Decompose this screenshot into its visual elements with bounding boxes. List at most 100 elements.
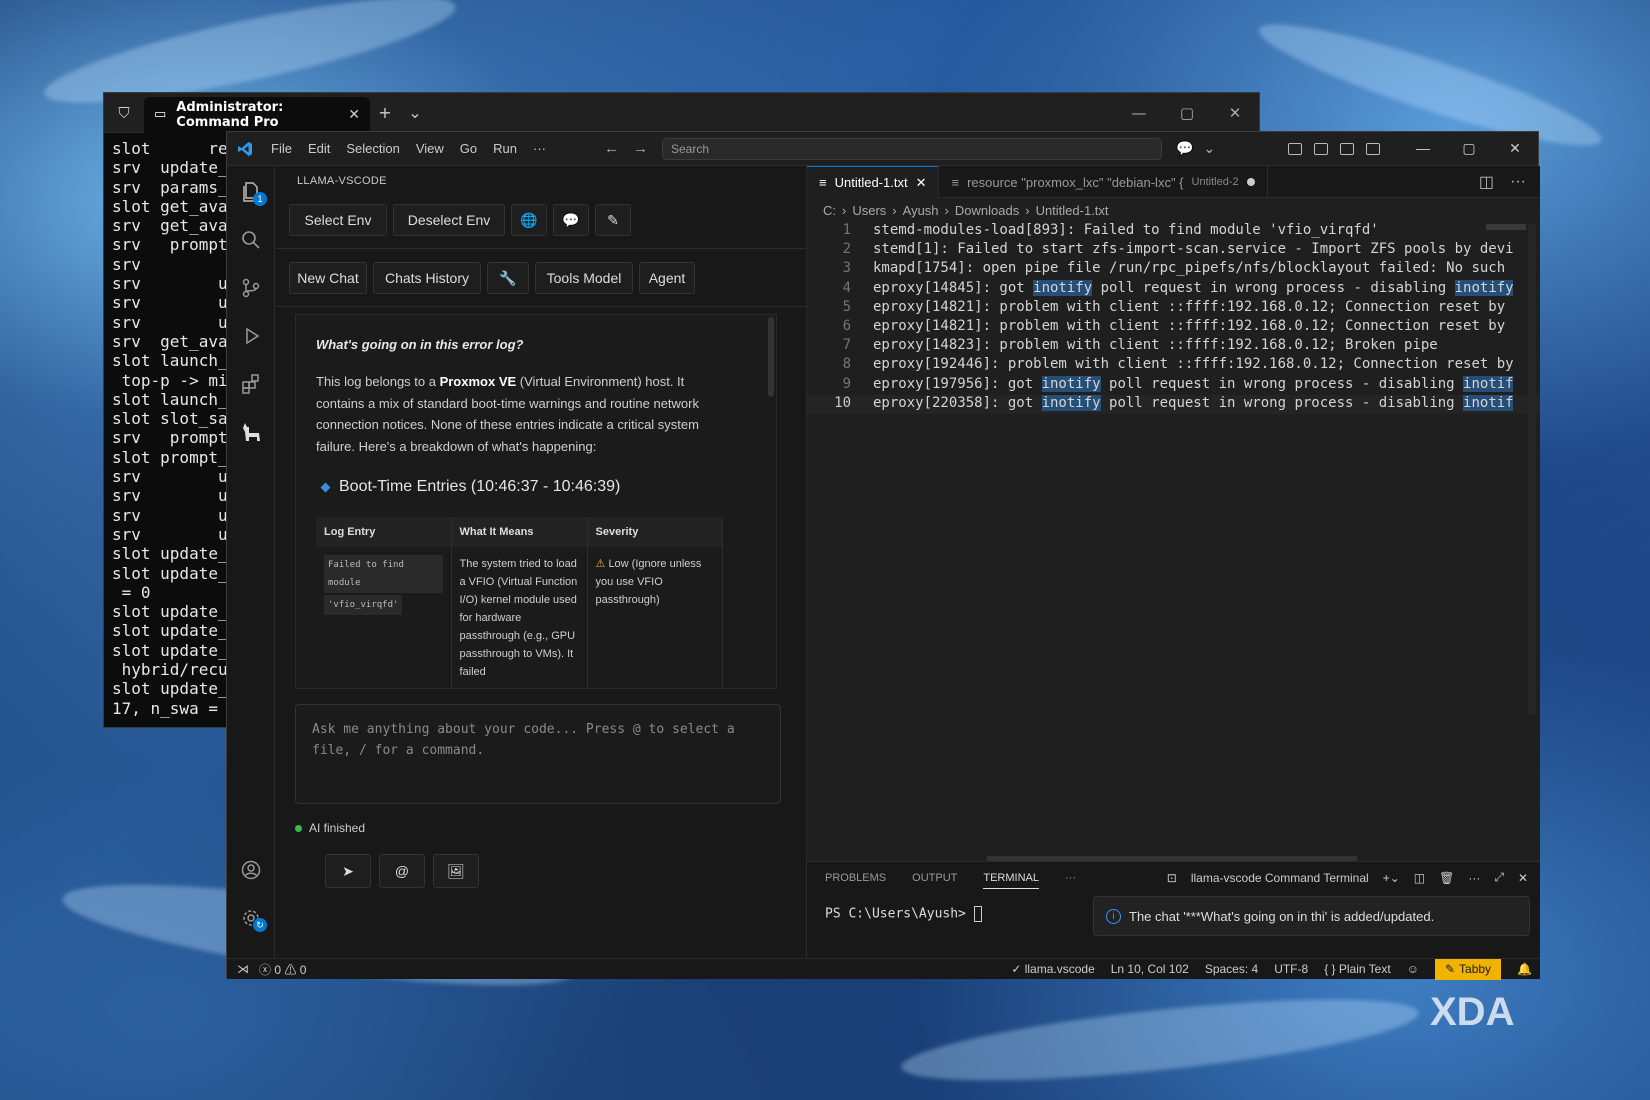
code-line[interactable]: 3 kmapd[1754]: open pipe file /run/rpc_pi… [807, 260, 1540, 279]
terminal-tab[interactable]: ▭ Administrator: Command Pro ✕ [144, 96, 370, 133]
problems-status[interactable]: ⓧ 0 ⚠ 0 [259, 961, 306, 978]
split-editor-icon[interactable]: ◫ [1479, 172, 1494, 192]
tab-untitled-1[interactable]: ≡ Untitled-1.txt ✕ [807, 166, 940, 198]
close-tab-icon[interactable]: ✕ [916, 175, 927, 191]
tab-untitled-2[interactable]: ≡ resource "proxmox_lxc" "debian-lxc" { … [939, 166, 1268, 198]
unsaved-dot-icon[interactable] [1246, 178, 1255, 186]
code-line[interactable]: 6 eproxy[14821]: problem with client ::ff… [807, 318, 1540, 337]
chevron-down-icon[interactable]: ⌄ [400, 103, 430, 122]
llama-icon[interactable] [227, 414, 275, 450]
copilot-chat-icon[interactable]: 💬 [1176, 140, 1193, 157]
code-line[interactable]: 7 eproxy[14823]: problem with client ::ff… [807, 337, 1540, 356]
tools-model-button[interactable]: Tools Model [535, 262, 633, 294]
wrench-icon[interactable]: 🔧 [487, 262, 529, 294]
close-panel-icon[interactable]: ✕ [1518, 871, 1528, 885]
deselect-env-button[interactable]: Deselect Env [393, 204, 505, 236]
breadcrumb-item[interactable]: C: [823, 203, 836, 218]
command-center-search[interactable]: Search [662, 137, 1162, 160]
terminal-prompt[interactable]: PS C:\Users\Ayush> [825, 906, 982, 922]
more-actions-icon[interactable]: ··· [1510, 173, 1526, 191]
code-line[interactable]: 5 eproxy[14821]: problem with client ::ff… [807, 299, 1540, 318]
pencil-icon[interactable]: ✎ [595, 204, 631, 236]
mention-button[interactable]: @ [379, 854, 425, 888]
customize-layout-icon[interactable] [1288, 142, 1302, 155]
chat-bubble-icon[interactable]: 💬 [553, 204, 589, 236]
minimize-icon[interactable]: — [1400, 140, 1446, 157]
chats-history-button[interactable]: Chats History [373, 262, 481, 294]
trash-icon[interactable]: 🗑 [1439, 871, 1454, 885]
scrollbar[interactable] [768, 317, 774, 397]
code-line[interactable]: 8 eproxy[192446]: problem with client ::f… [807, 356, 1540, 375]
close-icon[interactable]: ✕ [1492, 140, 1538, 157]
breadcrumb-item[interactable]: Downloads [955, 203, 1019, 218]
breadcrumb-item[interactable]: Untitled-1.txt [1036, 203, 1109, 218]
new-tab-icon[interactable]: + [370, 103, 400, 122]
menu-item[interactable]: Selection [338, 141, 407, 156]
forward-arrow-icon[interactable]: → [633, 140, 648, 157]
more-icon[interactable]: ··· [1065, 872, 1076, 889]
maximize-icon[interactable]: ▢ [1446, 140, 1492, 157]
tab-output[interactable]: OUTPUT [912, 872, 957, 889]
notification-toast[interactable]: i The chat '***What's going on in thi' i… [1093, 896, 1530, 936]
code-line[interactable]: 2 stemd[1]: Failed to start zfs-import-sc… [807, 241, 1540, 260]
code-editor[interactable]: 1 stemd-modules-load[893]: Failed to find… [807, 222, 1540, 414]
split-terminal-icon[interactable]: ◫ [1414, 871, 1425, 885]
agent-button[interactable]: Agent [639, 262, 695, 294]
cursor-position[interactable]: Ln 10, Col 102 [1111, 962, 1189, 976]
new-terminal-icon[interactable]: +⌄ [1383, 871, 1400, 885]
menu-item[interactable]: View [408, 141, 452, 156]
run-debug-icon[interactable] [227, 318, 275, 354]
toggle-secondary-sidebar-icon[interactable] [1366, 142, 1380, 155]
breadcrumb-item[interactable]: Users [852, 203, 886, 218]
code-line[interactable]: 4 eproxy[14845]: got inotify poll request… [807, 279, 1540, 299]
code-line[interactable]: 9 eproxy[197956]: got inotify poll reques… [807, 375, 1540, 395]
maximize-panel-icon[interactable]: ⤢ [1494, 870, 1504, 885]
menu-item[interactable]: Go [452, 141, 485, 156]
chat-messages[interactable]: What's going on in this error log? This … [295, 314, 777, 689]
more-actions-icon[interactable]: ··· [1468, 871, 1480, 885]
code-line[interactable]: 10 eproxy[220358]: got inotify poll reque… [807, 394, 1540, 414]
send-button[interactable]: ➤ [325, 854, 371, 888]
toggle-primary-sidebar-icon[interactable] [1314, 142, 1328, 155]
globe-icon[interactable]: 🌐 [511, 204, 547, 236]
chevron-down-icon[interactable]: ⌄ [1203, 140, 1215, 157]
line-number: 8 [842, 356, 851, 373]
tab-problems[interactable]: PROBLEMS [825, 872, 886, 889]
menu-item[interactable]: File [263, 141, 300, 156]
explorer-icon[interactable]: 1 [227, 174, 275, 210]
indentation[interactable]: Spaces: 4 [1205, 962, 1258, 976]
minimap[interactable] [1486, 224, 1526, 230]
chat-input[interactable]: Ask me anything about your code... Press… [295, 704, 781, 804]
breadcrumb-item[interactable]: Ayush [903, 203, 939, 218]
menu-item[interactable]: ··· [525, 141, 554, 156]
extensions-icon[interactable] [227, 366, 275, 402]
accounts-icon[interactable] [227, 852, 275, 888]
minimize-icon[interactable]: — [1115, 104, 1163, 122]
maximize-icon[interactable]: ▢ [1163, 104, 1211, 122]
toggle-panel-icon[interactable] [1340, 142, 1354, 155]
menu-item[interactable]: Edit [300, 141, 338, 156]
tabby-status[interactable]: ✎ Tabby [1434, 958, 1502, 980]
line-number: 3 [842, 260, 851, 277]
copilot-icon[interactable]: ☺ [1407, 962, 1419, 976]
image-button[interactable]: 🖼 [433, 854, 479, 888]
close-tab-icon[interactable]: ✕ [348, 107, 360, 123]
search-icon[interactable] [227, 222, 275, 258]
close-icon[interactable]: ✕ [1211, 104, 1259, 122]
remote-icon[interactable]: ⋊ [237, 962, 249, 976]
select-env-button[interactable]: Select Env [289, 204, 387, 236]
encoding[interactable]: UTF-8 [1274, 962, 1308, 976]
back-arrow-icon[interactable]: ← [604, 140, 619, 157]
notifications-bell-icon[interactable]: 🔔 [1517, 962, 1540, 976]
menu-item[interactable]: Run [485, 141, 525, 156]
code-line[interactable]: 1 stemd-modules-load[893]: Failed to find… [807, 222, 1540, 241]
vscode-window[interactable]: File Edit Selection View Go Run ··· ← → Search… [226, 131, 1540, 980]
vertical-scrollbar[interactable] [1528, 224, 1536, 714]
llama-status[interactable]: ✓ llama.vscode [1011, 962, 1094, 976]
terminal-name[interactable]: llama-vscode Command Terminal [1191, 871, 1369, 885]
settings-gear-icon[interactable]: ↻ [227, 900, 275, 936]
tab-terminal[interactable]: TERMINAL [983, 872, 1039, 889]
source-control-icon[interactable] [227, 270, 275, 306]
new-chat-button[interactable]: New Chat [289, 262, 367, 294]
language-mode[interactable]: { } Plain Text [1324, 962, 1391, 976]
